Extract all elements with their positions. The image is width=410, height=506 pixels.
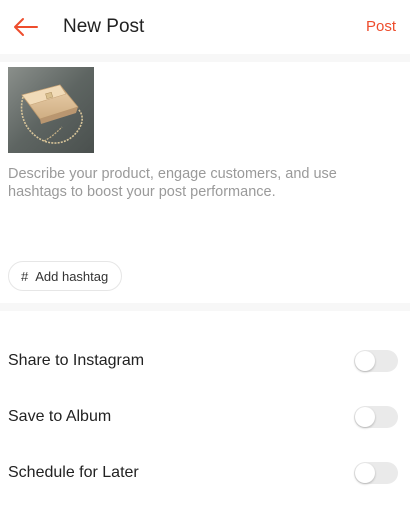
save-album-label: Save to Album xyxy=(8,408,112,425)
toggle-knob xyxy=(355,407,375,427)
add-hashtag-button[interactable]: # Add hashtag xyxy=(8,261,123,291)
section-divider xyxy=(0,54,410,62)
save-album-row[interactable]: Save to Album xyxy=(0,392,410,442)
share-instagram-toggle[interactable] xyxy=(354,350,398,372)
hashtag-icon: # xyxy=(21,268,29,284)
toggle-knob xyxy=(355,463,375,483)
add-hashtag-label: Add hashtag xyxy=(35,268,109,284)
schedule-later-row[interactable]: Schedule for Later xyxy=(0,448,410,498)
section-divider xyxy=(0,303,410,311)
save-album-toggle[interactable] xyxy=(354,406,398,428)
back-button[interactable] xyxy=(8,12,42,42)
description-input[interactable]: Describe your product, engage customers,… xyxy=(8,165,398,201)
new-post-screen: New Post Post Describe your product, eng… xyxy=(0,0,410,506)
post-button[interactable]: Post xyxy=(366,16,396,38)
product-photo xyxy=(8,67,94,153)
page-title: New Post xyxy=(63,16,145,37)
schedule-later-toggle[interactable] xyxy=(354,462,398,484)
product-thumbnail[interactable] xyxy=(8,67,94,153)
toggle-knob xyxy=(355,351,375,371)
schedule-later-label: Schedule for Later xyxy=(8,464,139,481)
share-instagram-row[interactable]: Share to Instagram xyxy=(0,336,410,386)
header-bar: New Post Post xyxy=(0,0,410,54)
arrow-left-icon xyxy=(14,18,38,36)
share-instagram-label: Share to Instagram xyxy=(8,352,145,369)
